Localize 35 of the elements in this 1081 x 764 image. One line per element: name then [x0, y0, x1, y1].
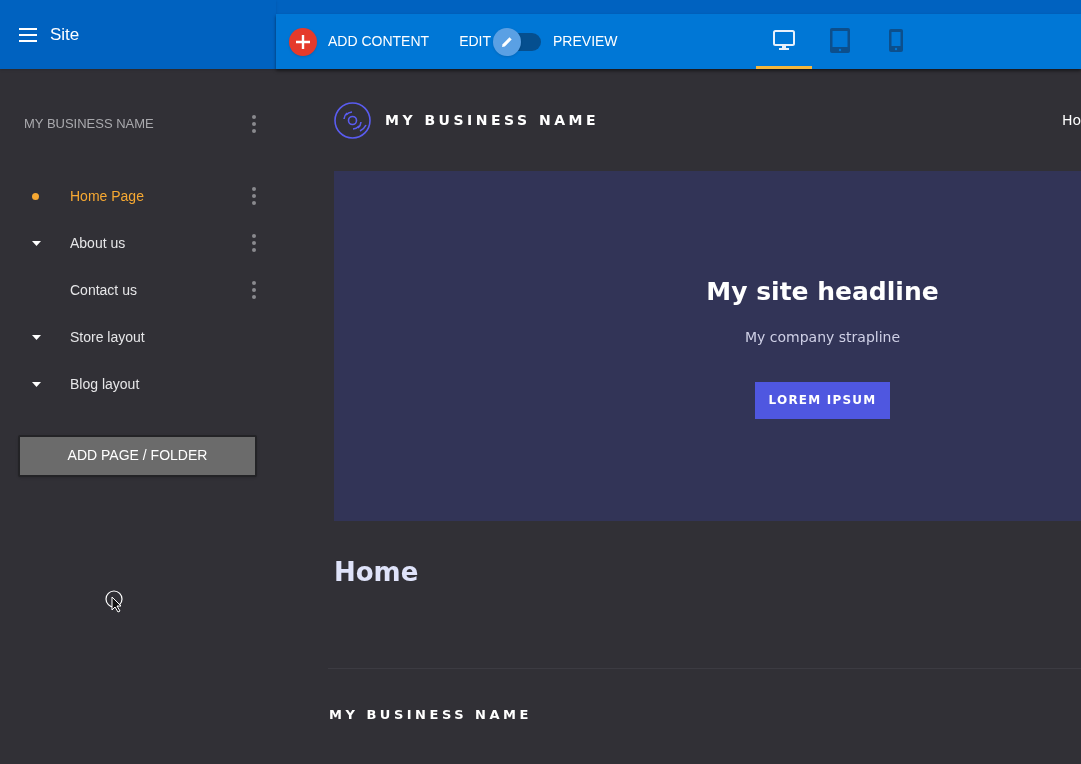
site-name: MY BUSINESS NAME — [24, 115, 154, 133]
vinyl-record-icon — [334, 101, 371, 139]
plus-icon — [289, 27, 317, 56]
add-content-button[interactable]: ADD CONTENT — [289, 27, 430, 56]
preview-label: PREVIEW — [553, 32, 618, 51]
page-item[interactable]: Contact us — [70, 279, 252, 301]
menu-icon[interactable] — [19, 27, 37, 42]
page-item[interactable]: About us — [70, 232, 252, 254]
header-title: Site — [50, 23, 80, 46]
page-item[interactable]: Home Page — [70, 185, 252, 207]
logo-text: MY BUSINESS NAME — [385, 110, 599, 130]
pencil-icon — [493, 27, 521, 56]
edit-label: EDIT — [459, 32, 491, 51]
phone-icon — [888, 28, 903, 52]
caret-icon[interactable] — [32, 240, 41, 246]
tablet-icon — [829, 27, 850, 53]
caret-icon[interactable] — [32, 334, 41, 340]
page-item[interactable]: Store layout — [70, 326, 256, 348]
hero-strapline: My company strapline — [744, 327, 901, 347]
more-options-icon[interactable] — [252, 281, 256, 299]
add-page-button[interactable]: ADD PAGE / FOLDER — [18, 434, 257, 477]
page-heading: Home — [334, 556, 420, 589]
caret-icon[interactable] — [32, 381, 41, 387]
footer-name: MY BUSINESS NAME — [329, 706, 533, 724]
monitor-icon — [772, 29, 795, 51]
mode-toggle[interactable] — [493, 27, 541, 56]
hero-headline: My site headline — [706, 276, 939, 309]
nav-link[interactable]: Ho — [1061, 109, 1081, 131]
page-item[interactable]: Blog layout — [70, 373, 256, 395]
cta-button[interactable]: LOREM IPSUM — [754, 381, 891, 419]
dot-icon — [32, 192, 39, 200]
more-options-icon[interactable] — [252, 234, 256, 252]
more-options-icon[interactable] — [252, 187, 256, 205]
more-options-icon[interactable] — [252, 114, 256, 133]
cursor-icon — [104, 589, 124, 615]
